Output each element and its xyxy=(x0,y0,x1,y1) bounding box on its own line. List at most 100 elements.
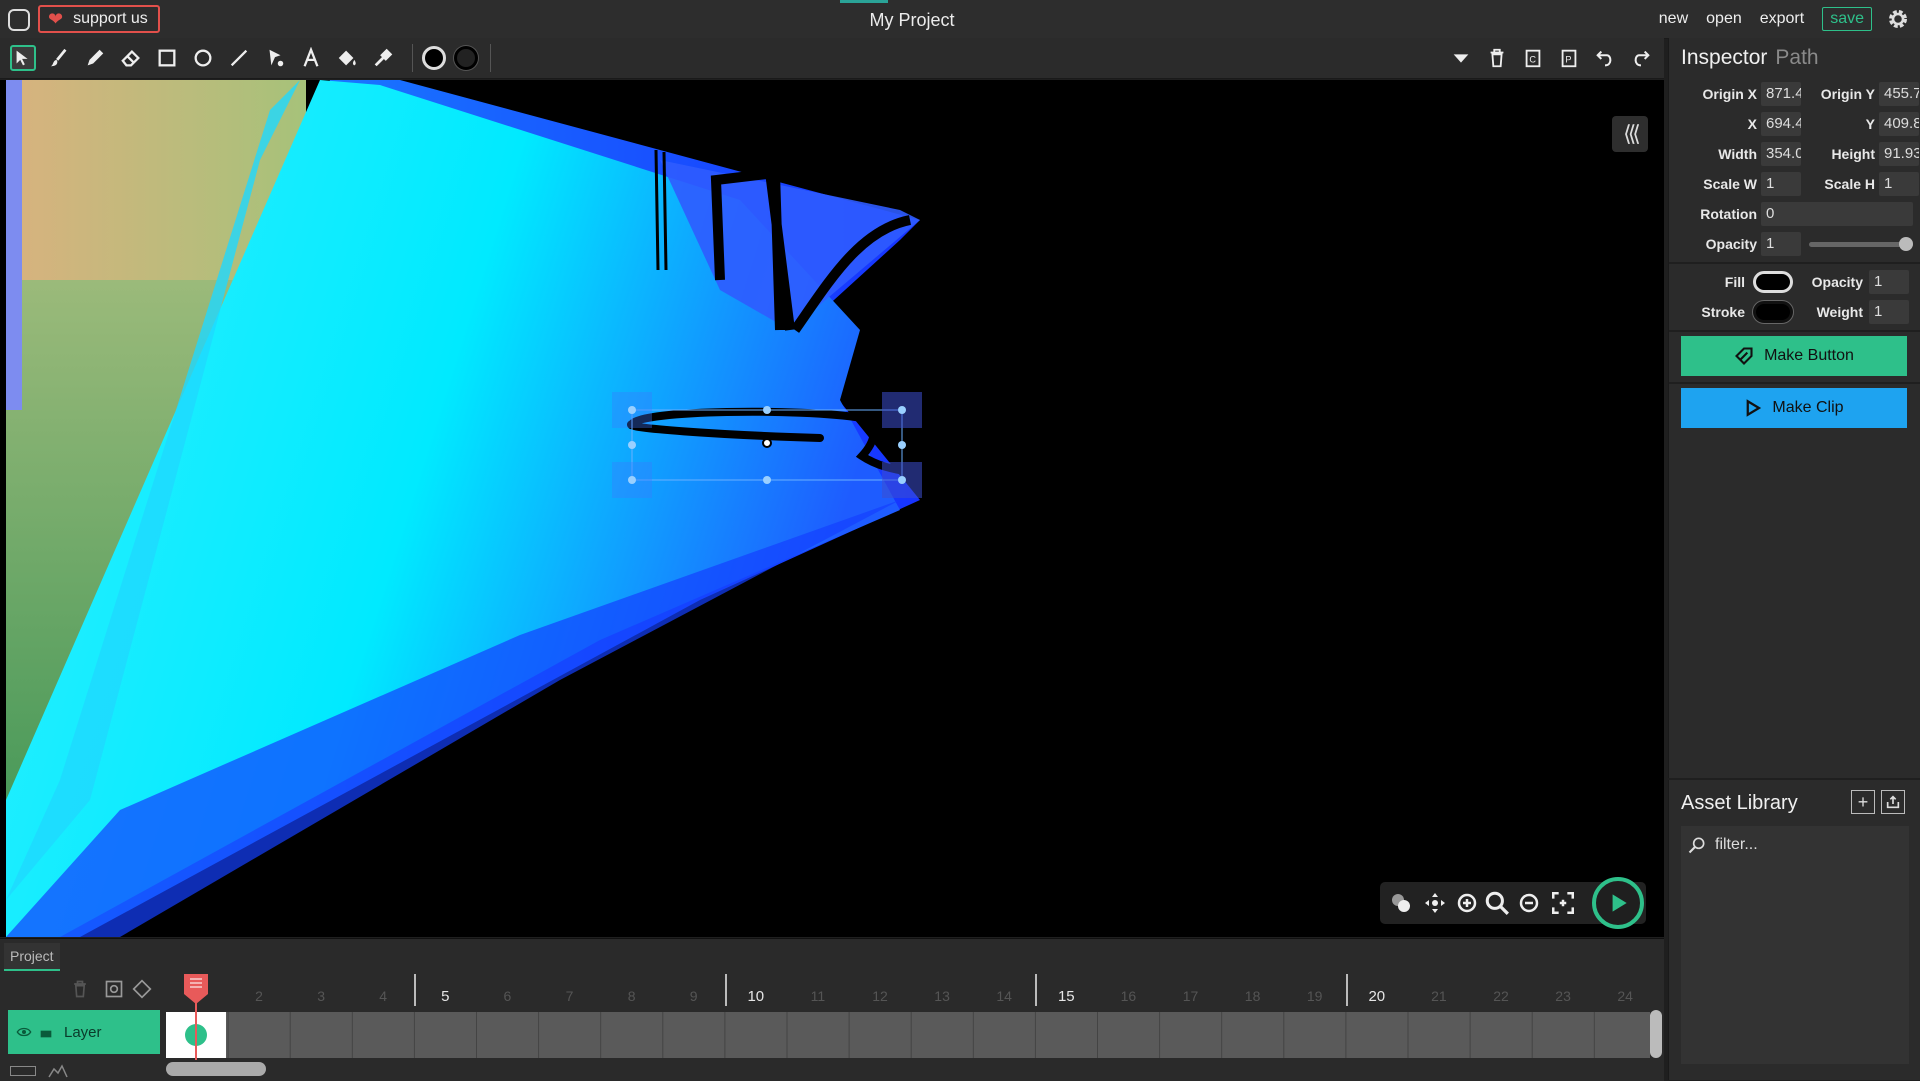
trash-icon[interactable] xyxy=(1484,45,1510,71)
delete-layer-icon[interactable] xyxy=(70,979,90,999)
drawing-canvas[interactable]: ⟨⟨⟨ xyxy=(0,80,1664,937)
inspector-panel: Inspector Path Origin X 871.4 Origin Y 45… xyxy=(1668,38,1920,778)
frame-number[interactable]: 16 xyxy=(1097,988,1159,1004)
timeline-tab-project[interactable]: Project xyxy=(4,943,60,971)
lock-icon[interactable] xyxy=(38,1024,54,1040)
frame-number[interactable]: 4 xyxy=(352,988,414,1004)
frame-number[interactable]: 6 xyxy=(476,988,538,1004)
new-button[interactable]: new xyxy=(1659,10,1688,28)
timeline-horizontal-scrollbar[interactable] xyxy=(166,1062,266,1076)
fit-to-screen-icon[interactable] xyxy=(1550,890,1576,916)
zoom-in-icon[interactable] xyxy=(1454,890,1480,916)
eraser-icon[interactable] xyxy=(118,45,144,71)
play-button[interactable] xyxy=(1592,877,1644,929)
path-icon[interactable] xyxy=(262,45,288,71)
fill-color-swatch[interactable] xyxy=(1753,271,1793,293)
opacity-slider[interactable] xyxy=(1809,232,1913,256)
frame-number[interactable]: 24 xyxy=(1594,988,1656,1004)
open-button[interactable]: open xyxy=(1706,10,1742,28)
stroke-color-swatch[interactable] xyxy=(454,46,478,70)
frame-number[interactable]: 9 xyxy=(663,988,725,1004)
frame-number[interactable]: 18 xyxy=(1222,988,1284,1004)
stroke-weight-field[interactable]: 1 xyxy=(1869,300,1909,324)
paste-icon[interactable]: P xyxy=(1556,45,1582,71)
x-field[interactable]: 694.4 xyxy=(1761,112,1801,136)
add-keyframe-icon[interactable] xyxy=(132,979,152,999)
brush-icon[interactable] xyxy=(46,45,72,71)
frame-number[interactable]: 19 xyxy=(1284,988,1346,1004)
select-icon[interactable] xyxy=(10,45,36,71)
scale-w-field[interactable]: 1 xyxy=(1761,172,1801,196)
frame-number[interactable]: 5 xyxy=(414,988,476,1005)
save-button[interactable]: save xyxy=(1822,7,1872,31)
playhead-handle[interactable] xyxy=(184,974,208,1004)
origin-x-field[interactable]: 871.4 xyxy=(1761,82,1801,106)
graph-mode-icon[interactable] xyxy=(48,1064,68,1078)
add-layer-icon[interactable] xyxy=(104,979,124,999)
pencil-icon[interactable] xyxy=(82,45,108,71)
upload-icon xyxy=(1886,795,1900,809)
onion-skin-icon[interactable] xyxy=(1388,890,1414,916)
eyedropper-icon[interactable] xyxy=(370,45,396,71)
frame-number[interactable]: 13 xyxy=(911,988,973,1004)
asset-list[interactable] xyxy=(1681,864,1909,1064)
frame-track[interactable] xyxy=(165,1012,1657,1058)
y-field[interactable]: 409.8 xyxy=(1879,112,1919,136)
project-title[interactable]: My Project xyxy=(0,10,1824,31)
make-clip-label: Make Clip xyxy=(1772,399,1844,416)
x-label: X xyxy=(1747,116,1757,132)
pan-icon[interactable] xyxy=(1422,890,1448,916)
import-asset-button[interactable] xyxy=(1881,790,1905,814)
zoom-out-icon[interactable] xyxy=(1516,890,1542,916)
frame-number[interactable]: 22 xyxy=(1470,988,1532,1004)
frame-number[interactable]: 23 xyxy=(1532,988,1594,1004)
zoom-magnifier-icon[interactable] xyxy=(1484,890,1510,916)
export-button[interactable]: export xyxy=(1760,10,1804,28)
rotation-field[interactable]: 0 xyxy=(1761,202,1913,226)
fill-bucket-icon[interactable] xyxy=(334,45,360,71)
frame-number[interactable]: 2 xyxy=(228,988,290,1004)
inspector-divider xyxy=(1669,262,1920,264)
height-field[interactable]: 91.93 xyxy=(1879,142,1919,166)
eye-icon[interactable] xyxy=(16,1024,32,1040)
undo-icon[interactable] xyxy=(1592,45,1618,71)
frame-number[interactable]: 12 xyxy=(849,988,911,1004)
origin-y-field[interactable]: 455.7 xyxy=(1879,82,1919,106)
layer-row[interactable]: Layer xyxy=(8,1010,160,1054)
stroke-color-swatch[interactable] xyxy=(1753,301,1793,323)
frame-number[interactable]: 3 xyxy=(290,988,352,1004)
gear-icon[interactable] xyxy=(1886,7,1910,31)
fill-color-swatch[interactable] xyxy=(422,46,446,70)
copy-icon[interactable]: C xyxy=(1520,45,1546,71)
rectangle-icon[interactable] xyxy=(154,45,180,71)
opacity-slider-knob[interactable] xyxy=(1899,237,1913,251)
major-frame-tick xyxy=(1345,974,1348,1006)
frame-number[interactable]: 11 xyxy=(787,988,849,1004)
scale-h-field[interactable]: 1 xyxy=(1879,172,1919,196)
add-asset-button[interactable]: + xyxy=(1851,790,1875,814)
origin-x-label: Origin X xyxy=(1702,86,1757,102)
make-button-button[interactable]: Make Button xyxy=(1681,336,1907,376)
collapse-panel-button[interactable]: ⟨⟨⟨ xyxy=(1612,116,1648,152)
frame-number[interactable]: 15 xyxy=(1035,988,1097,1005)
film-strip-icon[interactable] xyxy=(10,1066,36,1076)
frame-number[interactable]: 17 xyxy=(1160,988,1222,1004)
frame-number[interactable]: 21 xyxy=(1408,988,1470,1004)
frame-number[interactable]: 14 xyxy=(973,988,1035,1004)
opacity-field[interactable]: 1 xyxy=(1761,232,1801,256)
asset-filter-input[interactable]: filter... xyxy=(1681,826,1909,864)
text-icon[interactable] xyxy=(298,45,324,71)
frame-number[interactable]: 8 xyxy=(601,988,663,1004)
major-frame-tick xyxy=(724,974,727,1006)
width-field[interactable]: 354.0 xyxy=(1761,142,1801,166)
fill-opacity-field[interactable]: 1 xyxy=(1869,270,1909,294)
redo-icon[interactable] xyxy=(1628,45,1654,71)
timeline-vertical-scrollbar[interactable] xyxy=(1650,1010,1662,1058)
line-icon[interactable] xyxy=(226,45,252,71)
frame-number[interactable]: 20 xyxy=(1346,988,1408,1005)
ellipse-icon[interactable] xyxy=(190,45,216,71)
chevron-down-icon[interactable] xyxy=(1448,45,1474,71)
frame-number[interactable]: 7 xyxy=(539,988,601,1004)
make-clip-button[interactable]: Make Clip xyxy=(1681,388,1907,428)
frame-number[interactable]: 10 xyxy=(725,988,787,1005)
